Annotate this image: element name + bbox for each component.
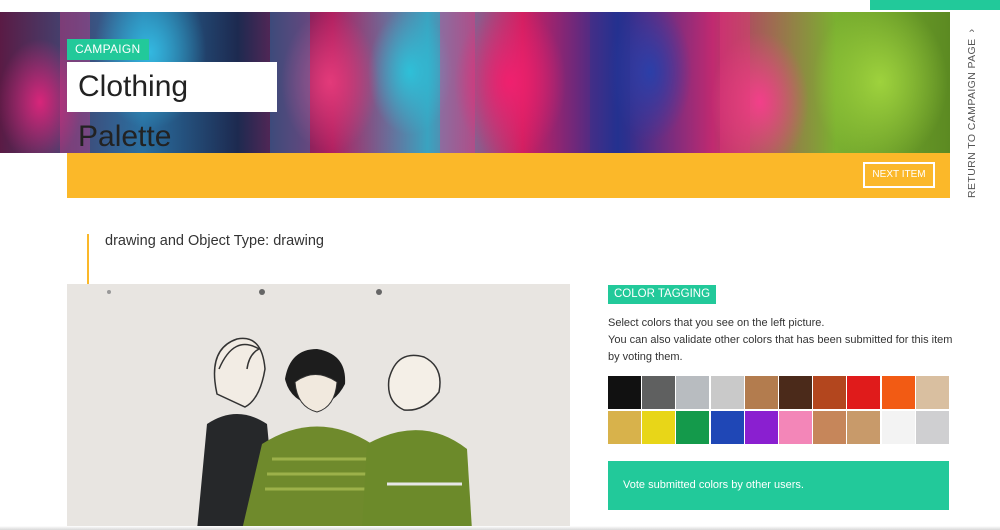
bottom-edge xyxy=(0,526,1000,530)
color-swatch-dark-brown[interactable] xyxy=(778,376,812,409)
item-nav-bar xyxy=(67,153,950,198)
object-type-heading: drawing and Object Type: drawing xyxy=(105,233,324,249)
color-swatch-grid xyxy=(608,376,950,444)
page-title: Clothing Palette xyxy=(78,70,189,153)
page-title-box: Clothing Palette xyxy=(67,62,277,153)
color-swatch-gold[interactable] xyxy=(608,411,641,444)
description-line-1: Select colors that you see on the left p… xyxy=(608,317,825,329)
top-accent-strip xyxy=(870,0,1000,10)
campaign-label: CAMPAIGN xyxy=(67,39,149,60)
color-swatch-red[interactable] xyxy=(847,376,881,409)
color-swatch-dark-gray[interactable] xyxy=(642,376,676,409)
color-swatch-rust[interactable] xyxy=(813,376,847,409)
color-tagging-description: Select colors that you see on the left p… xyxy=(608,315,953,366)
color-swatch-blue[interactable] xyxy=(710,411,744,444)
description-line-2: You can also validate other colors that … xyxy=(608,334,953,363)
color-swatch-light-silver[interactable] xyxy=(710,376,744,409)
vote-submitted-colors-button[interactable]: Vote submitted colors by other users. xyxy=(608,461,949,510)
color-swatch-multicolor[interactable] xyxy=(813,411,847,444)
color-swatch-light-gray[interactable] xyxy=(915,411,949,444)
color-swatch-beige[interactable] xyxy=(915,376,949,409)
item-drawing-image xyxy=(67,284,570,530)
chevron-right-icon: › xyxy=(966,28,978,33)
color-swatch-black[interactable] xyxy=(608,376,641,409)
color-swatch-green[interactable] xyxy=(676,411,710,444)
color-swatch-orange[interactable] xyxy=(881,376,915,409)
return-to-campaign-link[interactable]: RETURN TO CAMPAIGN PAGE › xyxy=(966,28,978,198)
color-tagging-badge: COLOR TAGGING xyxy=(608,285,717,304)
next-item-button[interactable]: NEXT ITEM xyxy=(863,162,935,188)
color-swatch-patterned[interactable] xyxy=(847,411,881,444)
color-swatch-tan[interactable] xyxy=(744,376,778,409)
color-swatch-yellow[interactable] xyxy=(642,411,676,444)
return-link-label: RETURN TO CAMPAIGN PAGE xyxy=(966,38,978,198)
color-swatch-pink[interactable] xyxy=(778,411,812,444)
color-swatch-white[interactable] xyxy=(881,411,915,444)
color-swatch-purple[interactable] xyxy=(744,411,778,444)
color-swatch-silver-fabric[interactable] xyxy=(676,376,710,409)
